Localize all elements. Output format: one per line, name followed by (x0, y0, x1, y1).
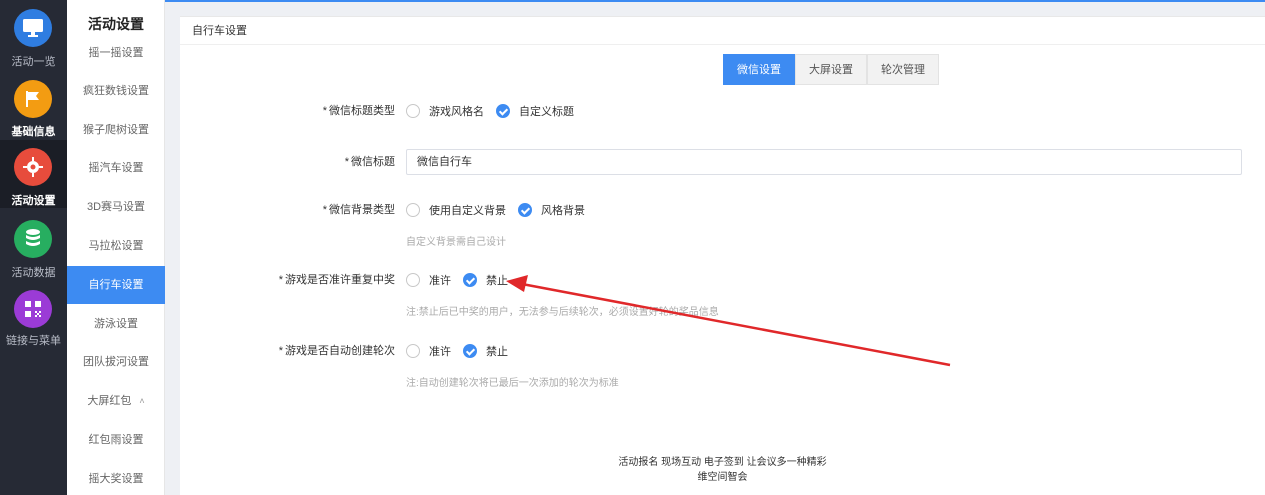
annotation-arrow (506, 275, 951, 367)
